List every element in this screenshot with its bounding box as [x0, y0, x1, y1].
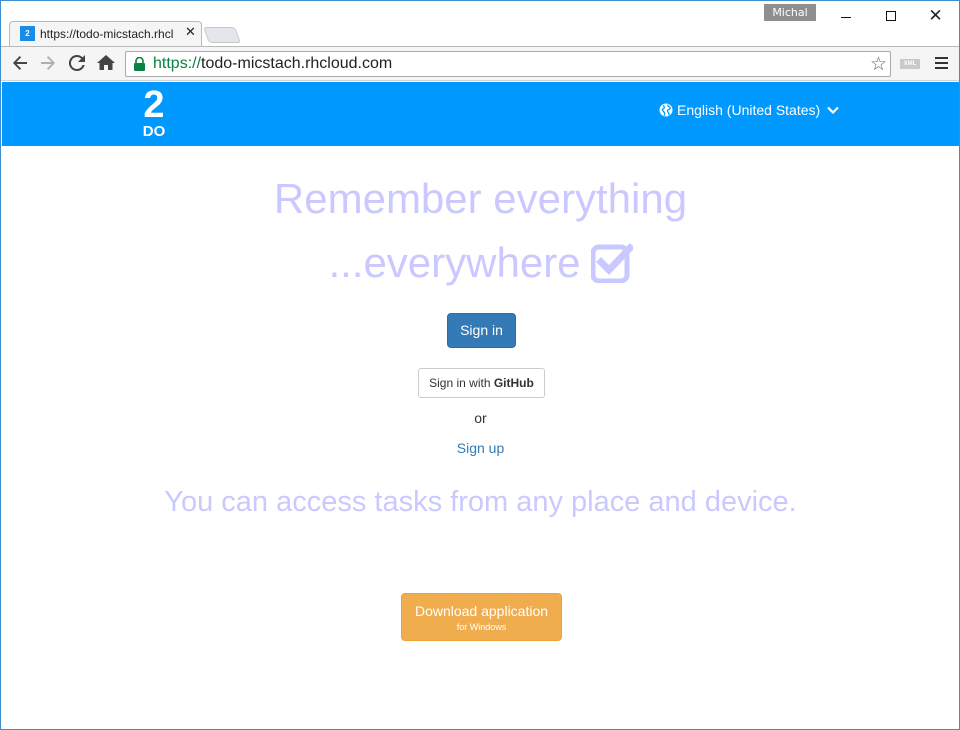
home-icon[interactable]	[96, 54, 116, 74]
main-content: Remember everything ...everywhere Sign i…	[2, 146, 959, 729]
checkbox-icon	[590, 243, 633, 283]
tab-close-icon[interactable]: ✕	[185, 25, 196, 40]
logo-bottom: DO	[142, 123, 166, 140]
reload-icon[interactable]	[67, 54, 87, 74]
back-arrow-icon[interactable]	[10, 54, 30, 74]
minimize-icon	[840, 16, 851, 18]
xml-extension-icon[interactable]: XML	[900, 59, 920, 69]
tagline: You can access tasks from any place and …	[164, 486, 797, 518]
user-profile-badge[interactable]: Michal	[764, 4, 816, 21]
or-separator: or	[474, 410, 487, 426]
url-host: todo-micstach.rhcloud.com	[201, 55, 393, 72]
sign-in-button[interactable]: Sign in	[447, 313, 516, 348]
globe-icon	[659, 103, 673, 117]
maximize-icon	[885, 11, 896, 21]
headline-line2: ...everywhere	[2, 239, 959, 287]
site-header: 2 DO English (United States)	[2, 82, 959, 146]
download-application-button[interactable]: Download application for Windows	[401, 593, 562, 641]
url-scheme: https://	[153, 55, 202, 72]
headline-line1: Remember everything	[273, 175, 688, 222]
url-text: https://todo-micstach.rhcloud.com	[153, 55, 392, 73]
lock-icon	[134, 57, 145, 71]
chevron-down-icon	[827, 106, 839, 115]
language-label: English (United States)	[677, 102, 821, 118]
logo-top: 2	[143, 84, 165, 126]
language-selector[interactable]: English (United States)	[659, 102, 839, 118]
minimize-button[interactable]	[823, 1, 868, 31]
github-prefix: Sign in with	[429, 376, 494, 390]
browser-tab[interactable]: 2 https://todo-micstach.rhcl ✕	[9, 21, 202, 46]
browser-toolbar: https://todo-micstach.rhcloud.com ☆ XML	[1, 46, 959, 81]
maximize-button[interactable]	[868, 1, 913, 31]
logo[interactable]: 2 DO	[139, 84, 169, 143]
new-tab-button[interactable]	[203, 27, 241, 43]
headline-line2-text: ...everywhere	[328, 239, 581, 286]
tab-title: https://todo-micstach.rhcl	[40, 27, 174, 41]
sign-in-github-button[interactable]: Sign in with GitHub	[418, 368, 545, 398]
address-bar[interactable]: https://todo-micstach.rhcloud.com ☆	[125, 51, 891, 77]
close-icon: ✕	[928, 5, 943, 26]
title-bar: 2 https://todo-micstach.rhcl ✕ Michal ✕	[1, 1, 959, 46]
forward-arrow-icon[interactable]	[38, 54, 58, 74]
menu-icon[interactable]	[935, 57, 949, 70]
sign-up-link[interactable]: Sign up	[442, 440, 519, 456]
star-icon[interactable]: ☆	[870, 53, 887, 75]
close-window-button[interactable]: ✕	[913, 1, 958, 31]
favicon-icon: 2	[20, 26, 35, 41]
github-brand: GitHub	[493, 376, 534, 390]
download-label: Download application	[414, 603, 549, 619]
download-sublabel: for Windows	[456, 622, 507, 632]
browser-window: 2 https://todo-micstach.rhcl ✕ Michal ✕ …	[0, 0, 960, 730]
